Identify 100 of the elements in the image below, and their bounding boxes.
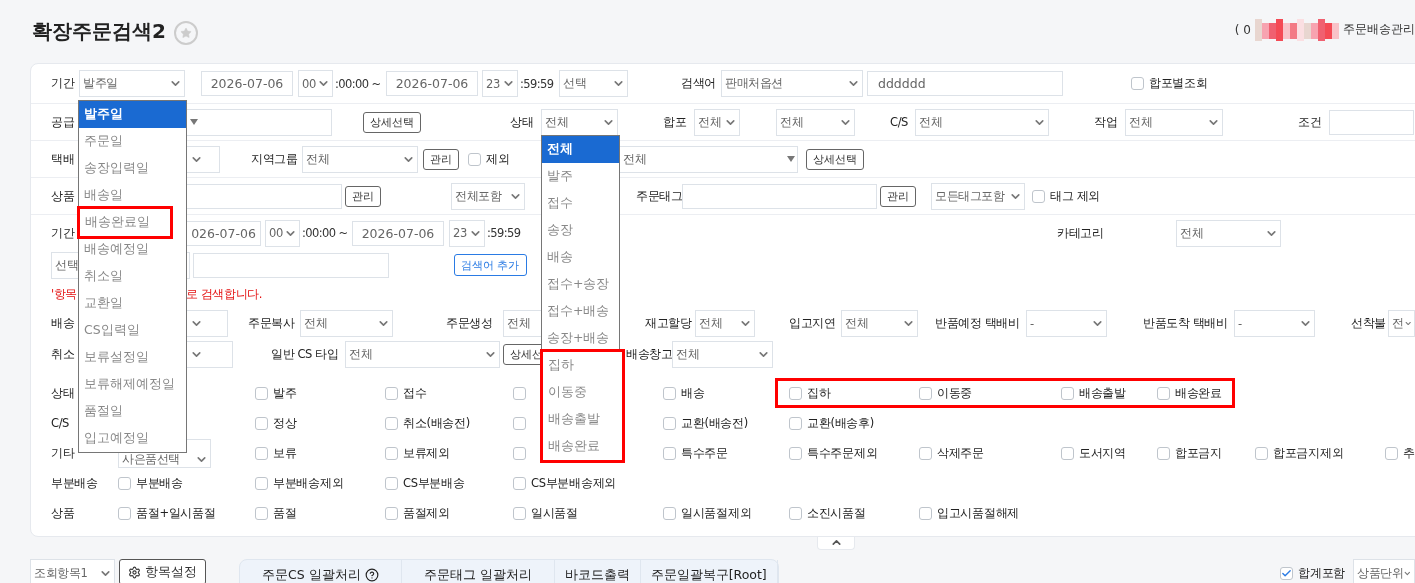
date-field[interactable]: 2026-07-06 [201, 71, 293, 96]
select-field[interactable]: 23 [449, 219, 485, 247]
checkbox[interactable] [1061, 386, 1074, 400]
input-field[interactable]: dddddd [867, 71, 1063, 96]
account-text: ( 0 [1234, 22, 1251, 37]
checkbox[interactable] [1131, 77, 1144, 90]
checkbox[interactable] [789, 416, 802, 430]
checkbox[interactable] [1061, 446, 1074, 460]
checkbox[interactable] [919, 446, 932, 460]
checkbox-label: 합포금지제외 [1273, 445, 1344, 461]
checkbox[interactable] [385, 506, 398, 520]
checkbox[interactable] [663, 386, 676, 400]
checkbox[interactable] [255, 416, 268, 430]
select-field[interactable]: 전체 [300, 310, 393, 337]
field-label: 반품도착 택배비 [1143, 316, 1228, 331]
checkbox[interactable] [1157, 446, 1170, 460]
select-field[interactable]: 조회항목1 [30, 559, 115, 583]
checkbox[interactable] [919, 506, 932, 520]
checkbox[interactable] [385, 416, 398, 430]
action-button[interactable]: 관리 [345, 185, 381, 207]
checkbox-label: 도서지역 [1079, 445, 1126, 461]
checkbox[interactable] [255, 476, 268, 490]
action-tab[interactable]: 바코드출력 [554, 560, 641, 583]
checkbox-label: 품절+일시품절 [136, 505, 216, 521]
checkbox[interactable] [468, 152, 481, 166]
select-field[interactable]: 판매처옵션 [721, 70, 863, 97]
select-field[interactable]: 전체 [672, 340, 773, 368]
checkbox[interactable] [255, 506, 268, 520]
action-tab[interactable]: 주문태그 일괄처리 [401, 560, 555, 583]
checkbox[interactable] [789, 506, 802, 520]
select-field[interactable]: 00 [265, 219, 300, 247]
field-label: 상품 [51, 188, 75, 204]
checkbox[interactable] [1255, 446, 1268, 460]
checkbox[interactable] [1385, 446, 1398, 460]
checkbox[interactable] [385, 446, 398, 460]
checkbox[interactable] [118, 506, 131, 520]
checkbox[interactable] [1157, 386, 1170, 400]
input-field[interactable] [186, 183, 342, 209]
action-tab[interactable]: 주문CS 일괄처리 [240, 560, 402, 583]
checkbox[interactable] [513, 446, 526, 460]
date-field[interactable]: 2026-07-06 [352, 220, 444, 246]
select-field[interactable]: 전체 [345, 340, 500, 368]
checkbox[interactable] [385, 386, 398, 400]
checkbox[interactable] [513, 386, 526, 400]
checkbox[interactable] [255, 386, 268, 400]
field-label: C/S [51, 416, 69, 430]
select-field[interactable]: 상품단위 [1353, 559, 1415, 583]
input-field[interactable] [682, 183, 877, 209]
select-field[interactable]: 23 [482, 70, 518, 97]
action-tab[interactable]: 주문일괄복구[Root] [640, 560, 778, 583]
action-button[interactable]: 관리 [880, 185, 916, 207]
checkbox[interactable] [513, 476, 526, 490]
dropdown-option[interactable]: 발주일 [79, 101, 186, 128]
select-field[interactable]: 전체 [915, 108, 1049, 136]
checkbox[interactable] [663, 506, 676, 520]
action-button[interactable]: 상세선택 [806, 148, 864, 170]
checkbox-label: 부분배송제외 [273, 475, 344, 491]
select-field[interactable]: 전체 [694, 108, 740, 136]
action-button[interactable]: 상세선택 [363, 111, 421, 133]
select-field[interactable]: 전체 [1176, 219, 1281, 247]
checkbox[interactable] [789, 446, 802, 460]
select-field[interactable]: 전체포함 [451, 182, 525, 210]
settings-button[interactable]: 항목설정 [119, 559, 206, 583]
date-field[interactable]: 026-07-06 [186, 220, 261, 246]
checkbox[interactable] [513, 416, 526, 430]
checkbox[interactable] [789, 386, 802, 400]
select-field[interactable]: 전체 [302, 145, 418, 173]
select-field[interactable]: 전체 [841, 310, 918, 337]
select-field[interactable]: - [1026, 310, 1107, 337]
select-field[interactable]: 전 [1388, 310, 1415, 337]
select-field[interactable]: 발주일 [79, 70, 185, 97]
checkbox[interactable] [255, 446, 268, 460]
select-field[interactable] [186, 310, 228, 337]
select-field[interactable] [186, 340, 233, 368]
checkbox[interactable] [663, 446, 676, 460]
select-field[interactable]: 전체 [695, 310, 755, 337]
dropdown-option[interactable]: 전체 [542, 136, 619, 163]
date-field[interactable]: 2026-07-06 [386, 71, 478, 96]
checkbox[interactable] [919, 386, 932, 400]
select-field[interactable] [186, 145, 220, 173]
input-field[interactable] [193, 252, 389, 278]
checkbox[interactable] [1280, 566, 1294, 580]
select-field[interactable]: 00 [298, 70, 333, 97]
combo-field[interactable]: 전체 [619, 145, 798, 173]
action-button[interactable]: 관리 [423, 148, 459, 170]
checkbox[interactable] [513, 506, 526, 520]
checkbox[interactable] [1032, 189, 1045, 203]
checkbox[interactable] [663, 416, 676, 430]
checkbox[interactable] [385, 476, 398, 490]
input-field[interactable] [1329, 109, 1414, 135]
select-field[interactable]: 선택 [559, 70, 628, 97]
checkbox[interactable] [118, 476, 131, 490]
select-field[interactable]: 전체 [776, 108, 855, 136]
select-field[interactable]: 전체 [541, 108, 618, 136]
combo-field[interactable] [186, 108, 332, 136]
select-field[interactable]: 전체 [1125, 108, 1223, 136]
add-button[interactable]: 검색어 추가 [454, 254, 527, 276]
select-field[interactable]: 모든태그포함 [931, 182, 1025, 210]
select-field[interactable]: - [1234, 310, 1315, 337]
field-label: 기간 [51, 76, 75, 91]
